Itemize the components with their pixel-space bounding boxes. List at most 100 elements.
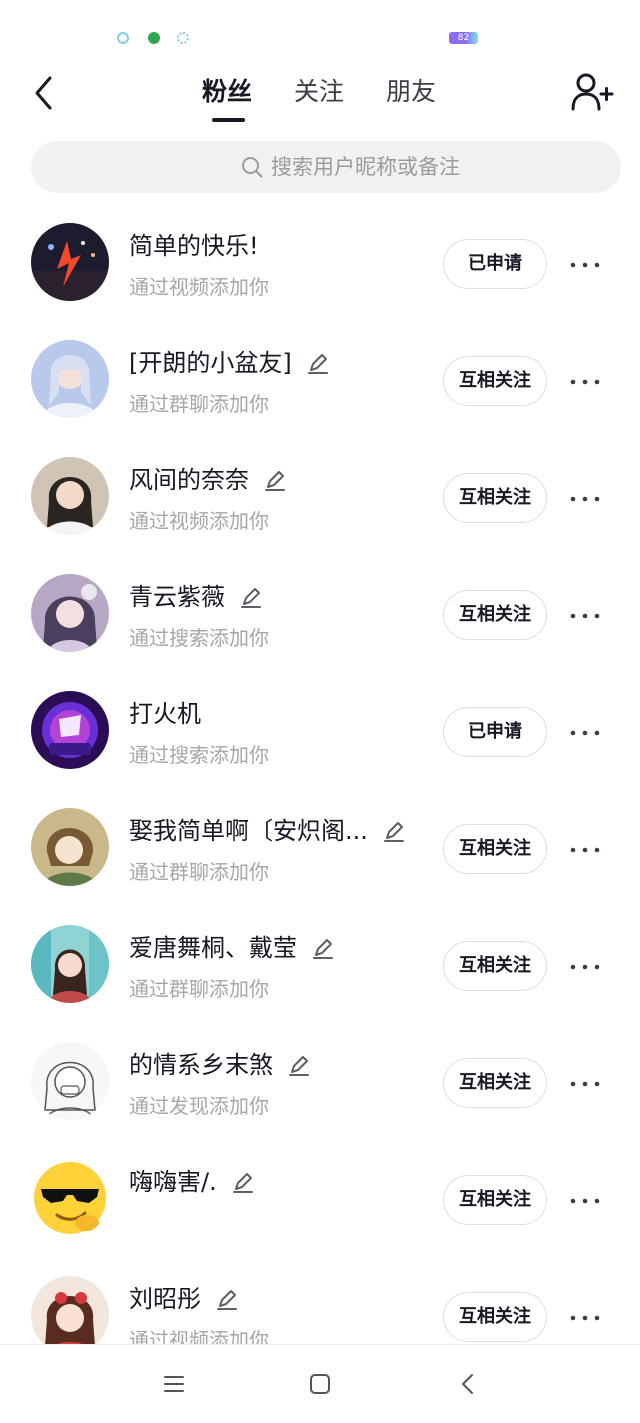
menu-button[interactable] — [161, 1371, 187, 1397]
add-source: 通过搜索添加你 — [129, 743, 269, 767]
system-nav-bar — [0, 1344, 640, 1423]
wechat-icon — [148, 32, 160, 44]
more-button[interactable] — [568, 363, 602, 397]
more-icon — [570, 1081, 600, 1087]
edit-remark-icon[interactable] — [287, 1053, 311, 1077]
list-item[interactable]: 打火机 通过搜索添加你 已申请 — [0, 674, 640, 791]
mutual-follow-button[interactable]: 互相关注 — [443, 356, 547, 406]
more-button[interactable] — [568, 597, 602, 631]
edit-remark-icon[interactable] — [239, 585, 263, 609]
user-name: 风间的奈奈 — [129, 466, 249, 494]
mutual-follow-button[interactable]: 互相关注 — [443, 1292, 547, 1342]
list-item[interactable]: 爱唐舞桐、戴莹 通过群聊添加你 互相关注 — [0, 908, 640, 1025]
more-icon — [570, 1315, 600, 1321]
add-user-icon — [571, 73, 614, 111]
tab-friends[interactable]: 朋友 — [386, 74, 436, 110]
user-name: 简单的快乐! — [129, 232, 259, 260]
more-button[interactable] — [568, 246, 602, 280]
edit-remark-icon[interactable] — [263, 468, 287, 492]
edit-remark-icon[interactable] — [311, 936, 335, 960]
follower-list: 简单的快乐! 通过视频添加你 已申请 [开朗的小盆友] 通过群聊添加你 互相关注… — [0, 206, 640, 1344]
search-input[interactable]: 搜索用户昵称或备注 — [31, 141, 621, 193]
search-placeholder: 搜索用户昵称或备注 — [271, 155, 460, 179]
more-button[interactable] — [568, 1182, 602, 1216]
search-icon — [242, 157, 263, 178]
user-name: 嗨嗨害/. — [129, 1168, 217, 1196]
back-icon — [462, 1374, 473, 1394]
tab-following[interactable]: 关注 — [294, 74, 344, 110]
more-button[interactable] — [568, 948, 602, 982]
more-icon — [570, 262, 600, 268]
add-source: 通过视频添加你 — [129, 275, 269, 299]
more-button[interactable] — [568, 714, 602, 748]
back-button[interactable] — [28, 70, 62, 116]
edit-remark-icon[interactable] — [306, 351, 330, 375]
more-icon — [570, 1198, 600, 1204]
avatar[interactable] — [31, 1042, 109, 1120]
mutual-follow-button[interactable]: 互相关注 — [443, 473, 547, 523]
menu-icon — [164, 1376, 184, 1392]
requested-button[interactable]: 已申请 — [443, 239, 547, 289]
more-button[interactable] — [568, 1299, 602, 1333]
add-source: 通过群聊添加你 — [129, 392, 269, 416]
user-name: 刘昭彤 — [129, 1285, 201, 1313]
home-icon — [310, 1374, 330, 1394]
avatar[interactable] — [31, 691, 109, 769]
settings-icon — [177, 32, 189, 44]
user-name: 娶我简单啊〔安炽阁... — [129, 817, 368, 845]
active-tab-indicator — [212, 118, 245, 122]
list-item[interactable]: 娶我简单啊〔安炽阁... 通过群聊添加你 互相关注 — [0, 791, 640, 908]
battery-indicator: 82 — [449, 32, 478, 44]
more-icon — [570, 964, 600, 970]
list-item[interactable]: 青云紫薇 通过搜索添加你 互相关注 — [0, 557, 640, 674]
mutual-follow-button[interactable]: 互相关注 — [443, 1058, 547, 1108]
list-item[interactable]: [开朗的小盆友] 通过群聊添加你 互相关注 — [0, 323, 640, 440]
requested-button[interactable]: 已申请 — [443, 707, 547, 757]
home-button[interactable] — [307, 1371, 333, 1397]
chevron-left-icon — [35, 76, 52, 110]
more-icon — [570, 496, 600, 502]
list-item[interactable]: 风间的奈奈 通过视频添加你 互相关注 — [0, 440, 640, 557]
system-back-button[interactable] — [455, 1371, 481, 1397]
notification-icon — [117, 32, 129, 44]
mutual-follow-button[interactable]: 互相关注 — [443, 824, 547, 874]
tab-fans[interactable]: 粉丝 — [202, 74, 252, 110]
add-source: 通过群聊添加你 — [129, 860, 269, 884]
edit-remark-icon[interactable] — [231, 1170, 255, 1194]
avatar[interactable] — [31, 223, 109, 301]
avatar[interactable] — [31, 1159, 109, 1237]
more-button[interactable] — [568, 831, 602, 865]
mutual-follow-button[interactable]: 互相关注 — [443, 1175, 547, 1225]
add-source: 通过视频添加你 — [129, 1328, 269, 1344]
add-friend-button[interactable] — [570, 72, 614, 112]
list-item[interactable]: 嗨嗨害/. 互相关注 — [0, 1142, 640, 1259]
list-item[interactable]: 刘昭彤 通过视频添加你 互相关注 — [0, 1259, 640, 1344]
list-item[interactable]: 简单的快乐! 通过视频添加你 已申请 — [0, 206, 640, 323]
add-source: 通过搜索添加你 — [129, 626, 269, 650]
mutual-follow-button[interactable]: 互相关注 — [443, 941, 547, 991]
header: 粉丝 关注 朋友 — [0, 62, 640, 126]
more-icon — [570, 379, 600, 385]
mutual-follow-button[interactable]: 互相关注 — [443, 590, 547, 640]
more-button[interactable] — [568, 1065, 602, 1099]
status-bar: 82 — [0, 0, 640, 70]
avatar[interactable] — [31, 457, 109, 535]
list-item[interactable]: 的情系乡末煞 通过发现添加你 互相关注 — [0, 1025, 640, 1142]
edit-remark-icon[interactable] — [215, 1287, 239, 1311]
user-name: 青云紫薇 — [129, 583, 225, 611]
more-icon — [570, 847, 600, 853]
add-source: 通过视频添加你 — [129, 509, 269, 533]
user-name: 爱唐舞桐、戴莹 — [129, 934, 297, 962]
avatar[interactable] — [31, 1276, 109, 1344]
edit-remark-icon[interactable] — [382, 819, 406, 843]
add-source: 通过群聊添加你 — [129, 977, 269, 1001]
user-name: 打火机 — [129, 700, 201, 728]
user-name: [开朗的小盆友] — [129, 349, 292, 377]
avatar[interactable] — [31, 925, 109, 1003]
more-button[interactable] — [568, 480, 602, 514]
avatar[interactable] — [31, 574, 109, 652]
avatar[interactable] — [31, 808, 109, 886]
user-name: 的情系乡末煞 — [129, 1051, 273, 1079]
add-source: 通过发现添加你 — [129, 1094, 269, 1118]
avatar[interactable] — [31, 340, 109, 418]
